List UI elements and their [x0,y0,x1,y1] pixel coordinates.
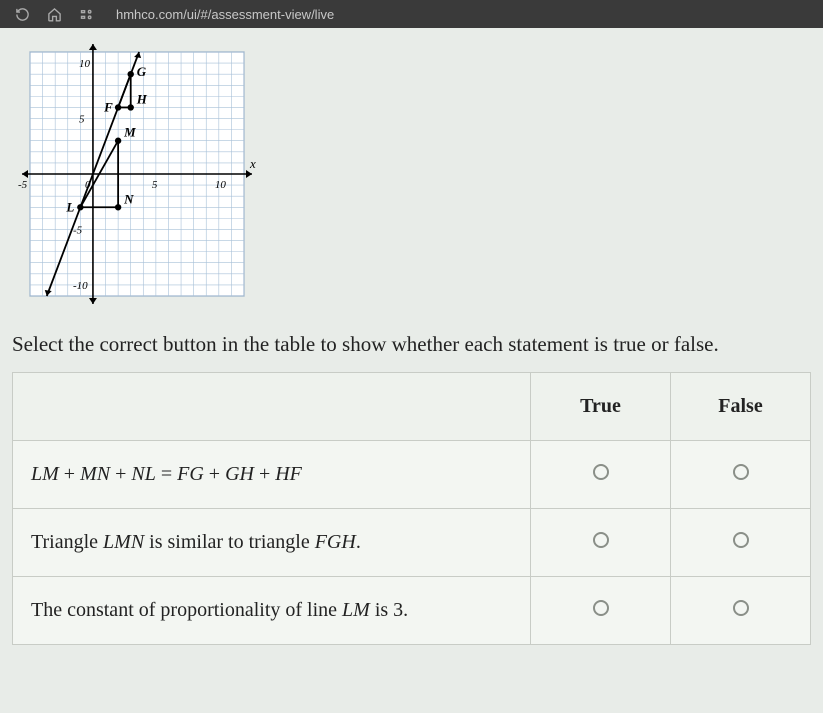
svg-text:G: G [137,64,147,79]
radio-false[interactable] [733,464,749,480]
browser-address-bar: hmhco.com/ui/#/assessment-view/live [0,0,823,28]
radio-true[interactable] [593,464,609,480]
true-false-table: True False LM + MN + NL = FG + GH + HFTr… [12,372,811,645]
coordinate-graph: -50510-10-5510xGFHMLN [12,28,811,324]
svg-text:5: 5 [152,179,158,191]
url-text: hmhco.com/ui/#/assessment-view/live [116,7,334,22]
table-row: The constant of proportionality of line … [13,577,811,645]
svg-text:-5: -5 [73,224,83,236]
radio-false[interactable] [733,600,749,616]
false-cell [671,577,811,645]
assessment-content: -50510-10-5510xGFHMLN Select the correct… [0,28,823,657]
instruction-text: Select the correct button in the table t… [12,330,811,358]
reload-icon[interactable] [12,4,32,24]
graph-svg: -50510-10-5510xGFHMLN [12,34,262,314]
radio-true[interactable] [593,600,609,616]
statement-cell: The constant of proportionality of line … [13,577,531,645]
svg-text:10: 10 [215,179,227,191]
false-cell [671,441,811,509]
site-settings-icon[interactable] [76,4,96,24]
header-blank [13,373,531,441]
table-row: LM + MN + NL = FG + GH + HF [13,441,811,509]
svg-text:L: L [65,199,74,214]
statement-cell: LM + MN + NL = FG + GH + HF [13,441,531,509]
svg-text:H: H [136,91,148,106]
true-cell [531,509,671,577]
svg-text:N: N [123,191,134,206]
true-cell [531,577,671,645]
true-cell [531,441,671,509]
svg-text:F: F [103,99,113,114]
header-true: True [531,373,671,441]
svg-text:10: 10 [79,58,91,70]
radio-true[interactable] [593,532,609,548]
svg-text:-10: -10 [73,280,88,292]
svg-text:5: 5 [79,114,85,126]
svg-text:M: M [123,125,136,140]
header-false: False [671,373,811,441]
table-row: Triangle LMN is similar to triangle FGH. [13,509,811,577]
radio-false[interactable] [733,532,749,548]
svg-text:x: x [249,156,256,171]
home-icon[interactable] [44,4,64,24]
false-cell [671,509,811,577]
svg-text:-5: -5 [18,179,28,191]
statement-cell: Triangle LMN is similar to triangle FGH. [13,509,531,577]
